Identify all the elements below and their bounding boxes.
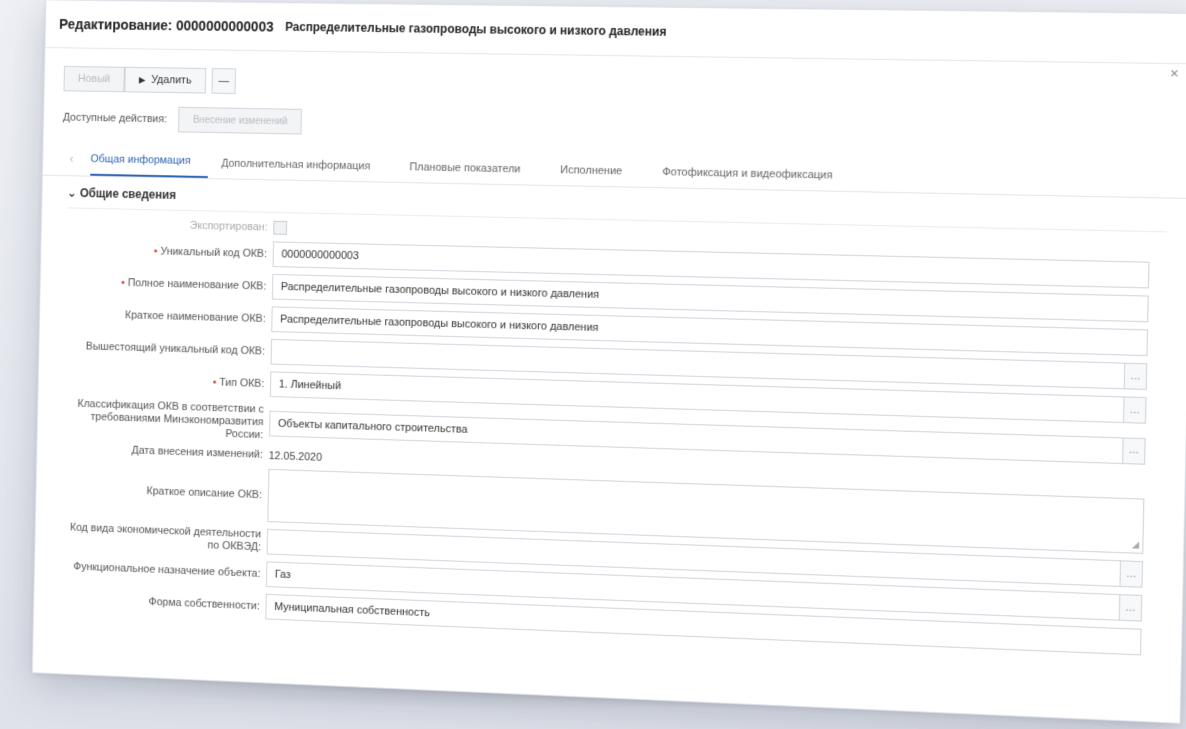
delete-button-label: Удалить bbox=[151, 74, 192, 87]
dialog-title-code: 0000000000003 bbox=[175, 17, 274, 35]
classification-label: Классификация ОКВ в соответствии с требо… bbox=[77, 397, 264, 442]
chevron-left-icon[interactable]: ‹ bbox=[62, 152, 91, 176]
classification-value: Объекты капитального строительства bbox=[277, 417, 468, 436]
tab-general-info[interactable]: Общая информация bbox=[90, 153, 208, 179]
full-name-label: • Полное наименование ОКВ: bbox=[65, 275, 272, 293]
required-marker: • bbox=[121, 276, 125, 289]
available-actions-label: Доступные действия: bbox=[62, 111, 168, 126]
exported-checkbox[interactable] bbox=[273, 220, 288, 235]
new-button[interactable]: Новый bbox=[63, 65, 125, 93]
ellipsis-icon[interactable]: … bbox=[1123, 362, 1148, 390]
required-marker: • bbox=[212, 376, 217, 388]
unique-code-label: • Уникальный код ОКВ: bbox=[66, 243, 273, 261]
chevron-down-icon: ⌄ bbox=[66, 185, 80, 200]
type-label-text: Тип ОКВ: bbox=[219, 376, 265, 390]
general-section: ⌄ Общие сведения Экспортирован: • Уникаль… bbox=[34, 176, 1186, 671]
tab-planned-indicators[interactable]: Плановые показатели bbox=[409, 161, 546, 185]
parent-code-label: Вышестоящий уникальный код ОКВ: bbox=[85, 340, 266, 357]
edit-dialog: Редактирование: 0000000000003 Распредели… bbox=[31, 0, 1186, 724]
close-icon[interactable]: × bbox=[1170, 65, 1179, 82]
play-icon: ▶ bbox=[138, 74, 146, 85]
required-marker: • bbox=[153, 245, 158, 257]
ellipsis-icon[interactable]: … bbox=[1122, 396, 1147, 424]
change-date-value: 12.05.2020 bbox=[268, 449, 323, 464]
delete-button[interactable]: ▶ Удалить bbox=[124, 66, 207, 94]
ownership-label: Форма собственности: bbox=[148, 595, 260, 612]
section-title: Общие сведения bbox=[79, 186, 177, 202]
more-button[interactable]: — bbox=[211, 68, 236, 95]
resize-handle-icon[interactable]: ◢ bbox=[1132, 539, 1139, 551]
exported-label: Экспортирован: bbox=[189, 219, 268, 233]
tab-photo-video[interactable]: Фотофиксация и видеофиксация bbox=[662, 166, 859, 191]
purpose-value: Газ bbox=[274, 568, 291, 582]
dialog-title-prefix: Редактирование: bbox=[59, 16, 173, 34]
change-date-label: Дата внесения изменений: bbox=[131, 444, 264, 461]
tab-additional-info[interactable]: Дополнительная информация bbox=[221, 158, 396, 182]
purpose-label: Функциональное назначение объекта: bbox=[73, 560, 261, 580]
ellipsis-icon[interactable]: … bbox=[1119, 560, 1144, 588]
okved-label: Код вида экономической деятельности по О… bbox=[69, 521, 262, 554]
dialog-title-name: Распределительные газопроводы высокого и… bbox=[285, 19, 667, 39]
type-value: 1. Линейный bbox=[278, 378, 342, 393]
unique-code-label-text: Уникальный код ОКВ: bbox=[160, 245, 268, 260]
ellipsis-icon[interactable]: … bbox=[1122, 436, 1146, 465]
general-form: Экспортирован: • Уникальный код ОКВ: 0000… bbox=[59, 208, 1167, 656]
description-label: Краткое описание ОКВ: bbox=[146, 484, 263, 501]
full-name-label-text: Полное наименование ОКВ: bbox=[127, 276, 267, 292]
type-label: • Тип ОКВ: bbox=[63, 372, 270, 391]
make-changes-button[interactable]: Внесение изменений bbox=[178, 106, 303, 135]
short-name-label: Краткое наименование ОКВ: bbox=[124, 308, 266, 325]
tab-execution[interactable]: Исполнение bbox=[560, 164, 648, 187]
ellipsis-icon[interactable]: … bbox=[1118, 594, 1143, 622]
